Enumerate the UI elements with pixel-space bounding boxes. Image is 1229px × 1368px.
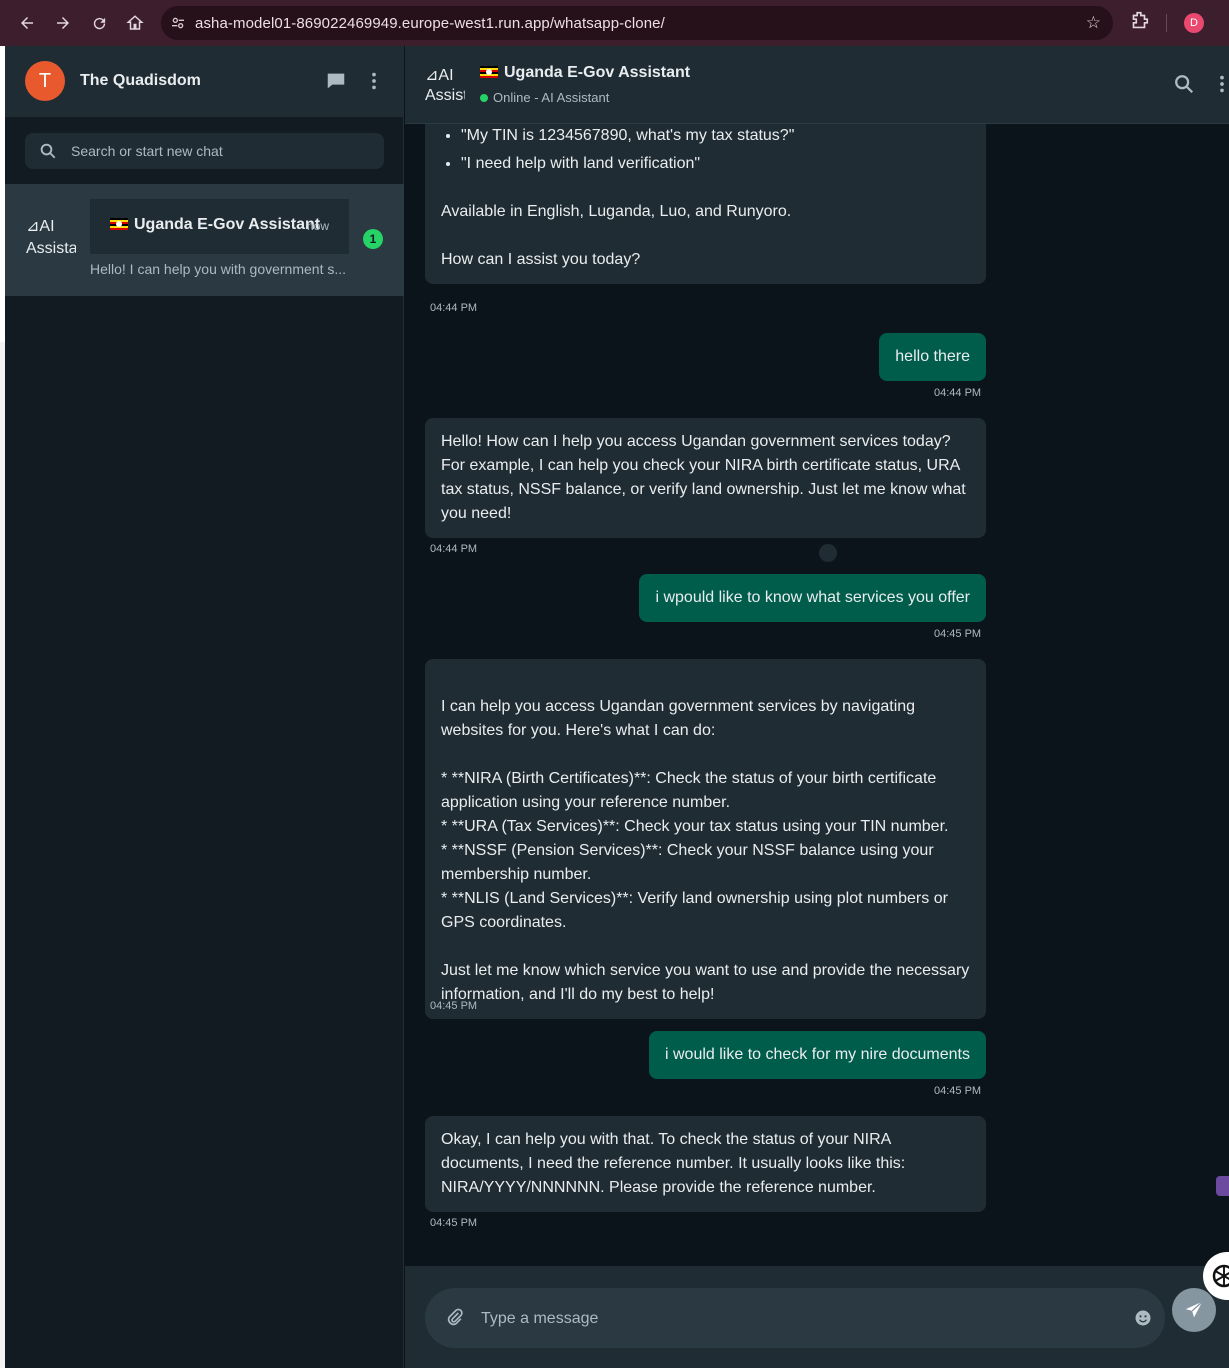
message-text: Available in English, Luganda, Luo, and … <box>441 203 792 268</box>
uganda-flag-icon <box>110 218 128 230</box>
conversation-header: ⊿AI Assistant Uganda E-Gov Assistant Onl… <box>405 46 1229 124</box>
chat-avatar-broken-image: ⊿AI Assistant <box>26 216 76 264</box>
message-text: i would like to check for my nire docume… <box>664 1046 970 1063</box>
message-text: Okay, I can help you with that. To check… <box>441 1131 906 1196</box>
outgoing-message: hello there <box>879 333 986 381</box>
message-text: I can help you access Ugandan government… <box>441 698 970 1003</box>
incoming-message: I can help you access Ugandan government… <box>425 659 986 1019</box>
forward-icon[interactable] <box>45 5 81 41</box>
emoji-icon[interactable] <box>1133 1308 1153 1333</box>
message-list-item: "I need help with land verification" <box>461 152 970 176</box>
conversation-status-text: Online - AI Assistant <box>493 90 610 105</box>
send-icon <box>1185 1301 1203 1318</box>
conversation-status: Online - AI Assistant <box>480 90 609 105</box>
conversation-title: Uganda E-Gov Assistant <box>480 64 690 82</box>
incoming-message: Hello! How can I help you access Ugandan… <box>425 418 986 538</box>
online-dot-icon <box>480 93 488 102</box>
search-icon[interactable] <box>1173 73 1195 100</box>
chat-name-highlight: Uganda E-Gov Assistant now <box>90 199 349 254</box>
search-input[interactable] <box>71 143 361 159</box>
browser-toolbar: asha-model01-869022469949.europe-west1.r… <box>0 0 1229 46</box>
message-time: 04:45 PM <box>430 1217 478 1229</box>
new-chat-icon[interactable] <box>325 70 347 97</box>
paperclip-icon[interactable] <box>445 1308 465 1333</box>
address-bar[interactable]: asha-model01-869022469949.europe-west1.r… <box>161 6 1113 40</box>
site-settings-icon[interactable] <box>161 15 195 31</box>
message-time: 04:45 PM <box>934 1085 982 1097</box>
message-text: Hello! How can I help you access Ugandan… <box>441 433 966 522</box>
chat-preview: Hello! I can help you with government s.… <box>90 261 347 277</box>
back-icon[interactable] <box>9 5 45 41</box>
chat-name: Uganda E-Gov Assistant <box>110 216 320 234</box>
message-list[interactable]: "My TIN is 1234567890, what's my tax sta… <box>405 124 1229 1266</box>
user-avatar[interactable]: T <box>25 61 65 101</box>
toolbar-divider <box>1166 14 1167 32</box>
message-time: 04:44 PM <box>430 543 478 555</box>
openai-logo-icon <box>1212 1264 1229 1288</box>
bookmark-star-icon[interactable]: ☆ <box>1086 13 1101 33</box>
message-time: 04:45 PM <box>430 1000 478 1012</box>
chat-name-text: Uganda E-Gov Assistant <box>134 216 321 233</box>
extensions-icon[interactable] <box>1128 10 1150 37</box>
composer-box[interactable] <box>425 1288 1165 1348</box>
message-list-item: "My TIN is 1234567890, what's my tax sta… <box>461 124 970 148</box>
incoming-message: Okay, I can help you with that. To check… <box>425 1116 986 1212</box>
message-input[interactable] <box>481 1306 1101 1332</box>
home-icon[interactable] <box>117 5 153 41</box>
incoming-message: "My TIN is 1234567890, what's my tax sta… <box>425 124 986 284</box>
search-box[interactable] <box>25 133 384 169</box>
message-composer <box>405 1266 1229 1368</box>
side-widget-tab[interactable] <box>1216 1176 1229 1196</box>
conversation-title-text: Uganda E-Gov Assistant <box>504 64 691 81</box>
chat-time: now <box>307 219 330 233</box>
conversation-avatar-broken-image[interactable]: ⊿AI Assistant <box>425 66 465 106</box>
message-time: 04:44 PM <box>934 387 982 399</box>
search-icon <box>39 142 59 160</box>
url-text: asha-model01-869022469949.europe-west1.r… <box>195 14 665 32</box>
reload-icon[interactable] <box>81 5 117 41</box>
sidebar-header: T The Quadisdom <box>5 46 403 117</box>
chat-list-sidebar: T The Quadisdom ⊿AI Assistant Uganda E-G… <box>5 46 404 1368</box>
menu-icon[interactable] <box>367 70 381 97</box>
chat-list-item[interactable]: ⊿AI Assistant Uganda E-Gov Assistant now… <box>5 184 404 296</box>
sidebar-title: The Quadisdom <box>80 72 201 89</box>
profile-avatar[interactable]: D <box>1184 13 1204 33</box>
message-time: 04:44 PM <box>430 302 478 314</box>
scroll-to-bottom-indicator[interactable] <box>819 544 837 562</box>
message-time: 04:45 PM <box>934 628 982 640</box>
message-text: i wpould like to know what services you … <box>655 589 970 606</box>
message-list-items: "My TIN is 1234567890, what's my tax sta… <box>461 124 970 176</box>
broken-image-icon: ⊿ <box>425 67 439 84</box>
outgoing-message: i would like to check for my nire docume… <box>648 1031 986 1079</box>
menu-icon[interactable] <box>1215 73 1229 100</box>
conversation-pane: ⊿AI Assistant Uganda E-Gov Assistant Onl… <box>405 46 1229 1368</box>
send-button[interactable] <box>1172 1288 1216 1332</box>
message-text: hello there <box>895 348 970 365</box>
outgoing-message: i wpould like to know what services you … <box>639 574 986 622</box>
uganda-flag-icon <box>480 66 498 78</box>
unread-badge: 1 <box>363 229 383 249</box>
broken-image-icon: ⊿ <box>26 218 40 235</box>
